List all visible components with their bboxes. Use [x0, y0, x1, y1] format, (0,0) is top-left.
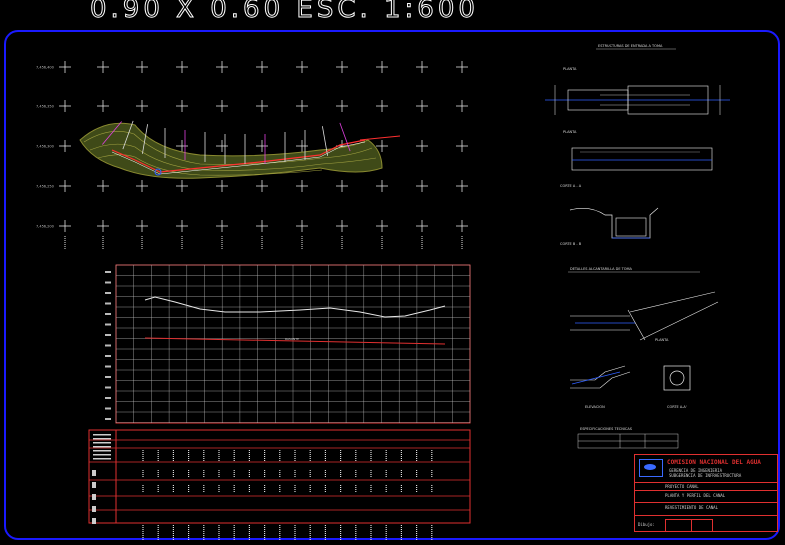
specifications-note: ESPECIFICACIONES TECNICAS: [577, 427, 679, 449]
svg-text:PLANTA: PLANTA: [563, 130, 577, 134]
plan-grid-label-y: 7,456,300: [36, 145, 54, 149]
svg-text:DETALLES ALCANTARILLA DE TOMA: DETALLES ALCANTARILLA DE TOMA: [570, 267, 633, 271]
plan-grid-label-y: 7,456,350: [36, 105, 54, 109]
title-block: COMISION NACIONAL DEL AGUA GERENCIA DE I…: [634, 454, 778, 532]
profile-chart: RASANTE: [105, 264, 471, 424]
svg-text:CORTE B - B: CORTE B - B: [560, 242, 582, 246]
plan-canal-view: [79, 120, 401, 179]
svg-text:ESTRUCTURAS DE ENTRADA A TOMA: ESTRUCTURAS DE ENTRADA A TOMA: [598, 44, 663, 48]
plan-grid-label-y: 7,456,400: [36, 66, 54, 70]
svg-text:PLANTA: PLANTA: [655, 338, 669, 342]
org-name: COMISION NACIONAL DEL AGUA: [667, 459, 761, 466]
svg-text:ESPECIFICACIONES TECNICAS: ESPECIFICACIONES TECNICAS: [580, 427, 633, 431]
sheet-title: PLANTA Y PERFIL DEL CANAL: [665, 493, 726, 498]
profile-line-label: RASANTE: [285, 337, 299, 341]
drawn-by-label: Dibujo:: [638, 522, 655, 527]
profile-data-table: [88, 429, 471, 540]
plan-grid-label-y: 7,456,200: [36, 225, 54, 229]
project-name: PROYECTO CANAL: [665, 484, 699, 489]
org-line-2: SUBGERENCIA DE INFRAESTRUCTURA: [669, 473, 742, 478]
sheet-subtitle: REVESTIMIENTO DE CANAL: [665, 505, 718, 510]
svg-text:ELEVACION: ELEVACION: [585, 405, 605, 409]
detail-culvert: DETALLES ALCANTARILLA DE TOMA PLANTA ELE…: [568, 267, 719, 409]
svg-text:PLANTA: PLANTA: [563, 67, 577, 71]
logo-icon: [639, 459, 663, 477]
svg-text:CORTE A-A': CORTE A-A': [667, 405, 687, 409]
plan-grid-label-y: 7,456,250: [36, 185, 54, 189]
detail-intake-structure: ESTRUCTURAS DE ENTRADA A TOMA PLANTA PLA…: [545, 44, 730, 246]
svg-text:CORTE A - A: CORTE A - A: [560, 184, 582, 188]
